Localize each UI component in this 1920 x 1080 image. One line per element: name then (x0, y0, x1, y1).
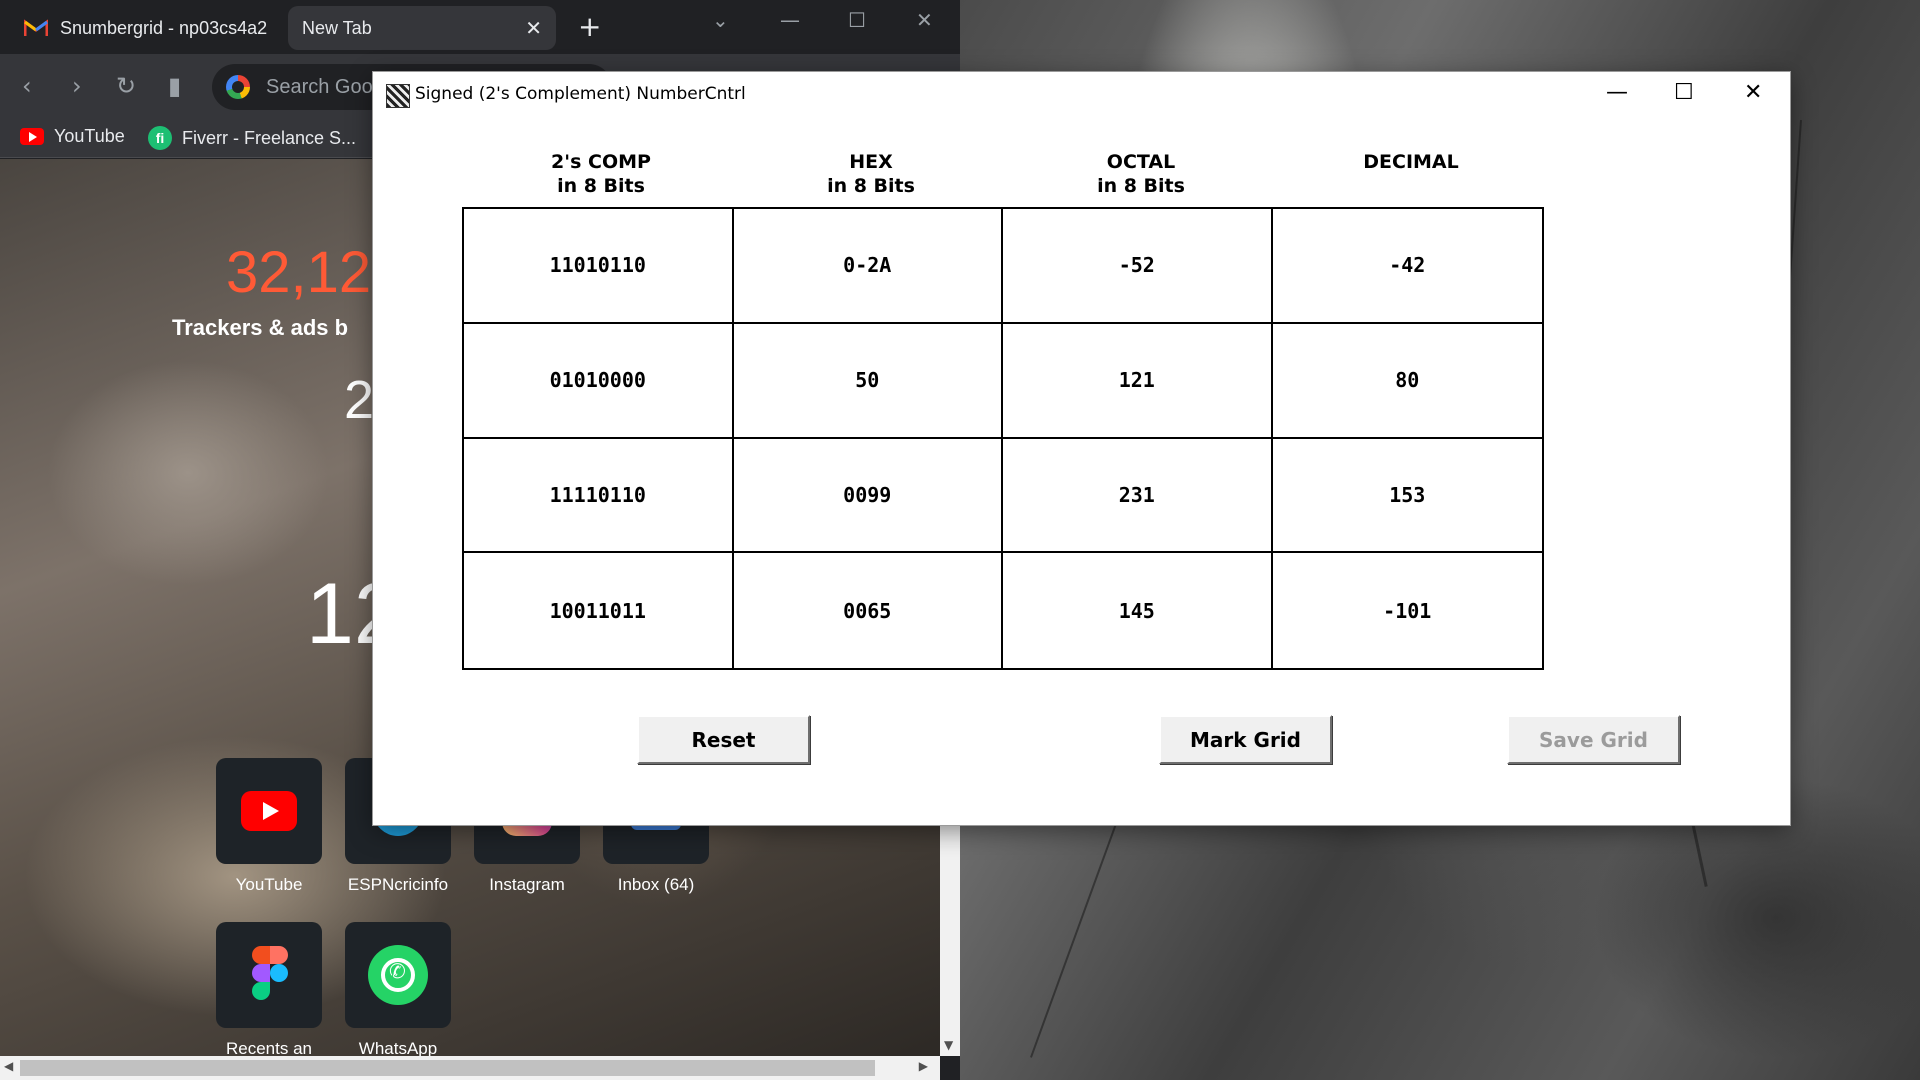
youtube-icon (20, 128, 44, 145)
app-icon (386, 84, 410, 108)
mark-grid-button[interactable]: Mark Grid (1159, 715, 1332, 764)
header-line: in 8 Bits (557, 175, 645, 197)
scroll-down-icon[interactable]: ▼ (944, 1038, 953, 1052)
tab-new-tab[interactable]: New Tab ✕ (288, 6, 556, 50)
bookmark-fiverr[interactable]: fi Fiverr - Freelance S... (148, 126, 356, 150)
grid-cell[interactable]: 50 (733, 323, 1003, 439)
grid-cell[interactable]: 01010000 (464, 323, 734, 439)
minimize-icon[interactable]: — (780, 8, 800, 32)
maximize-icon[interactable]: ☐ (1674, 80, 1694, 105)
header-line: 2's COMP (551, 151, 651, 173)
back-icon[interactable]: ‹ (22, 72, 32, 100)
tab-title: New Tab (302, 17, 372, 38)
close-icon[interactable]: ✕ (916, 8, 933, 32)
omnibox-placeholder: Search Goo (266, 75, 373, 98)
tab-strip: Snumbergrid - np03cs4a2 New Tab ✕ + ⌄ — … (0, 0, 960, 54)
trackers-label: Trackers & ads b (172, 315, 349, 340)
grid-cell[interactable]: -52 (1003, 209, 1273, 324)
close-icon[interactable]: ✕ (1744, 80, 1762, 105)
horizontal-scrollbar[interactable]: ◀ ▶ (0, 1056, 940, 1080)
fiverr-icon: fi (148, 126, 172, 150)
shortcut-label: YouTube (235, 875, 303, 894)
tab-title: Snumbergrid - np03cs4a2 (60, 17, 268, 38)
shortcut-label: Instagram (489, 875, 565, 894)
new-tab-button[interactable]: + (578, 10, 601, 43)
reload-icon[interactable]: ↻ (116, 72, 136, 100)
tab-snumbergrid[interactable]: Snumbergrid - np03cs4a2 (10, 6, 278, 50)
grid-cell[interactable]: -42 (1272, 209, 1542, 324)
bookmark-icon[interactable]: ▮ (168, 72, 181, 100)
grid-cell[interactable]: 0-2A (733, 209, 1003, 324)
grid-cell[interactable]: 11010110 (464, 209, 734, 324)
dialog-titlebar[interactable]: Signed (2's Complement) NumberCntrl — ☐ … (373, 72, 1790, 118)
scroll-right-icon[interactable]: ▶ (919, 1059, 928, 1073)
grid-cell[interactable]: 121 (1003, 323, 1273, 439)
shortcut-label: ESPNcricinfo (347, 875, 449, 894)
grid-cell[interactable]: -101 (1273, 553, 1543, 668)
grid-cell[interactable]: 231 (1003, 438, 1273, 554)
figma-icon (252, 946, 288, 1002)
scroll-left-icon[interactable]: ◀ (4, 1059, 13, 1073)
reset-button[interactable]: Reset (637, 715, 810, 764)
header-octal: OCTAL in 8 Bits (1006, 150, 1276, 198)
header-line: in 8 Bits (1097, 175, 1185, 197)
header-decimal: DECIMAL (1276, 150, 1546, 174)
tab-search-icon[interactable]: ⌄ (712, 8, 729, 32)
grid-cell[interactable]: 0065 (734, 553, 1003, 668)
number-control-dialog: Signed (2's Complement) NumberCntrl — ☐ … (373, 72, 1790, 825)
grid-cell[interactable]: 153 (1272, 439, 1542, 554)
save-grid-button[interactable]: Save Grid (1507, 715, 1680, 764)
forward-icon[interactable]: › (72, 72, 82, 100)
shortcut-youtube[interactable] (216, 758, 322, 864)
grid-cell[interactable]: 10011011 (464, 553, 734, 668)
shortcut-figma[interactable] (216, 922, 322, 1028)
shortcut-whatsapp[interactable] (345, 922, 451, 1028)
whatsapp-icon (368, 945, 428, 1005)
minimize-icon[interactable]: — (1606, 80, 1628, 105)
grid-cell[interactable]: 145 (1003, 553, 1273, 668)
dialog-title: Signed (2's Complement) NumberCntrl (415, 84, 746, 104)
youtube-icon (241, 791, 297, 831)
header-line: DECIMAL (1363, 151, 1459, 173)
bookmark-label: YouTube (54, 126, 125, 146)
google-icon (226, 75, 250, 99)
grid-cell[interactable]: 0099 (733, 438, 1003, 554)
header-hex: HEX in 8 Bits (736, 150, 1006, 198)
header-line: HEX (849, 151, 893, 173)
bookmark-youtube[interactable]: YouTube (20, 126, 125, 147)
stat-value: 2 (344, 370, 375, 430)
header-line: OCTAL (1106, 151, 1176, 173)
header-line: in 8 Bits (827, 175, 915, 197)
header-2s-comp: 2's COMP in 8 Bits (466, 150, 736, 198)
grid-cell[interactable]: 11110110 (464, 438, 734, 554)
grid-cell[interactable]: 80 (1272, 324, 1542, 439)
shortcut-label: Inbox (64) (617, 875, 695, 894)
number-grid: 11010110 0-2A -52 -42 01010000 50 121 80… (462, 207, 1544, 670)
scrollbar-thumb[interactable] (20, 1060, 875, 1076)
close-tab-icon[interactable]: ✕ (525, 16, 542, 41)
bookmark-label: Fiverr - Freelance S... (182, 127, 357, 148)
gmail-icon (23, 19, 49, 37)
maximize-icon[interactable]: ☐ (848, 8, 866, 32)
